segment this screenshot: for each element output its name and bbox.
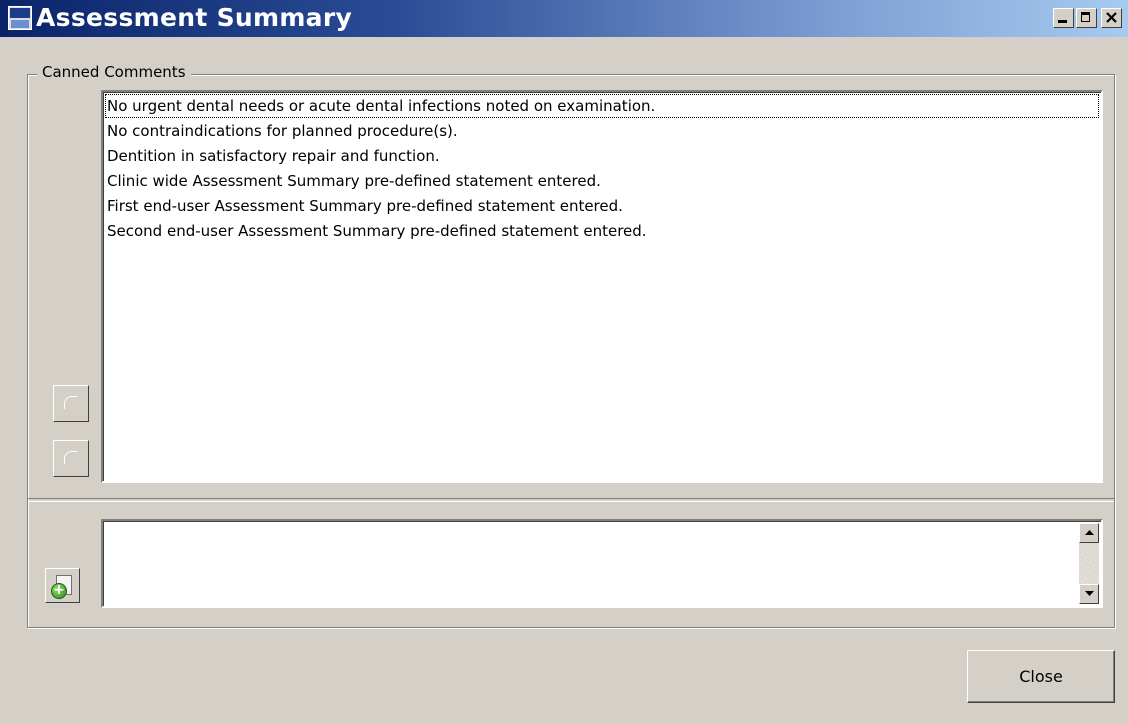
comment-textarea[interactable]	[101, 519, 1103, 608]
close-icon	[1106, 12, 1117, 23]
splitter[interactable]	[28, 498, 1114, 502]
add-comment-button[interactable]: +	[45, 568, 80, 603]
list-item[interactable]: Second end-user Assessment Summary pre-d…	[107, 219, 647, 243]
app-logo-icon[interactable]	[8, 6, 32, 30]
move-down-button[interactable]	[53, 440, 89, 477]
arrow-down-icon	[64, 451, 77, 464]
close-window-button[interactable]	[1101, 8, 1122, 28]
title-bar: Assessment Summary	[0, 0, 1128, 37]
canned-comments-list[interactable]: No urgent dental needs or acute dental i…	[101, 90, 1103, 483]
window-title: Assessment Summary	[36, 3, 353, 32]
list-item[interactable]: Dentition in satisfactory repair and fun…	[107, 144, 440, 168]
vertical-scrollbar[interactable]	[1079, 523, 1099, 604]
canned-comments-label: Canned Comments	[37, 63, 191, 81]
list-item[interactable]: First end-user Assessment Summary pre-de…	[107, 194, 623, 218]
list-item[interactable]: Clinic wide Assessment Summary pre-defin…	[107, 169, 601, 193]
scroll-up-button[interactable]	[1079, 523, 1099, 543]
scroll-down-button[interactable]	[1079, 584, 1099, 604]
scroll-up-arrow-icon	[1085, 530, 1094, 535]
minimize-button[interactable]	[1053, 8, 1074, 28]
move-up-button[interactable]	[53, 385, 89, 422]
scroll-down-arrow-icon	[1085, 591, 1094, 596]
arrow-up-icon	[64, 396, 77, 409]
close-button[interactable]: Close	[967, 650, 1115, 703]
maximize-button[interactable]	[1076, 8, 1097, 28]
list-item[interactable]: No contraindications for planned procedu…	[107, 119, 458, 143]
list-item[interactable]: No urgent dental needs or acute dental i…	[105, 94, 1099, 118]
add-icon: +	[51, 583, 67, 599]
